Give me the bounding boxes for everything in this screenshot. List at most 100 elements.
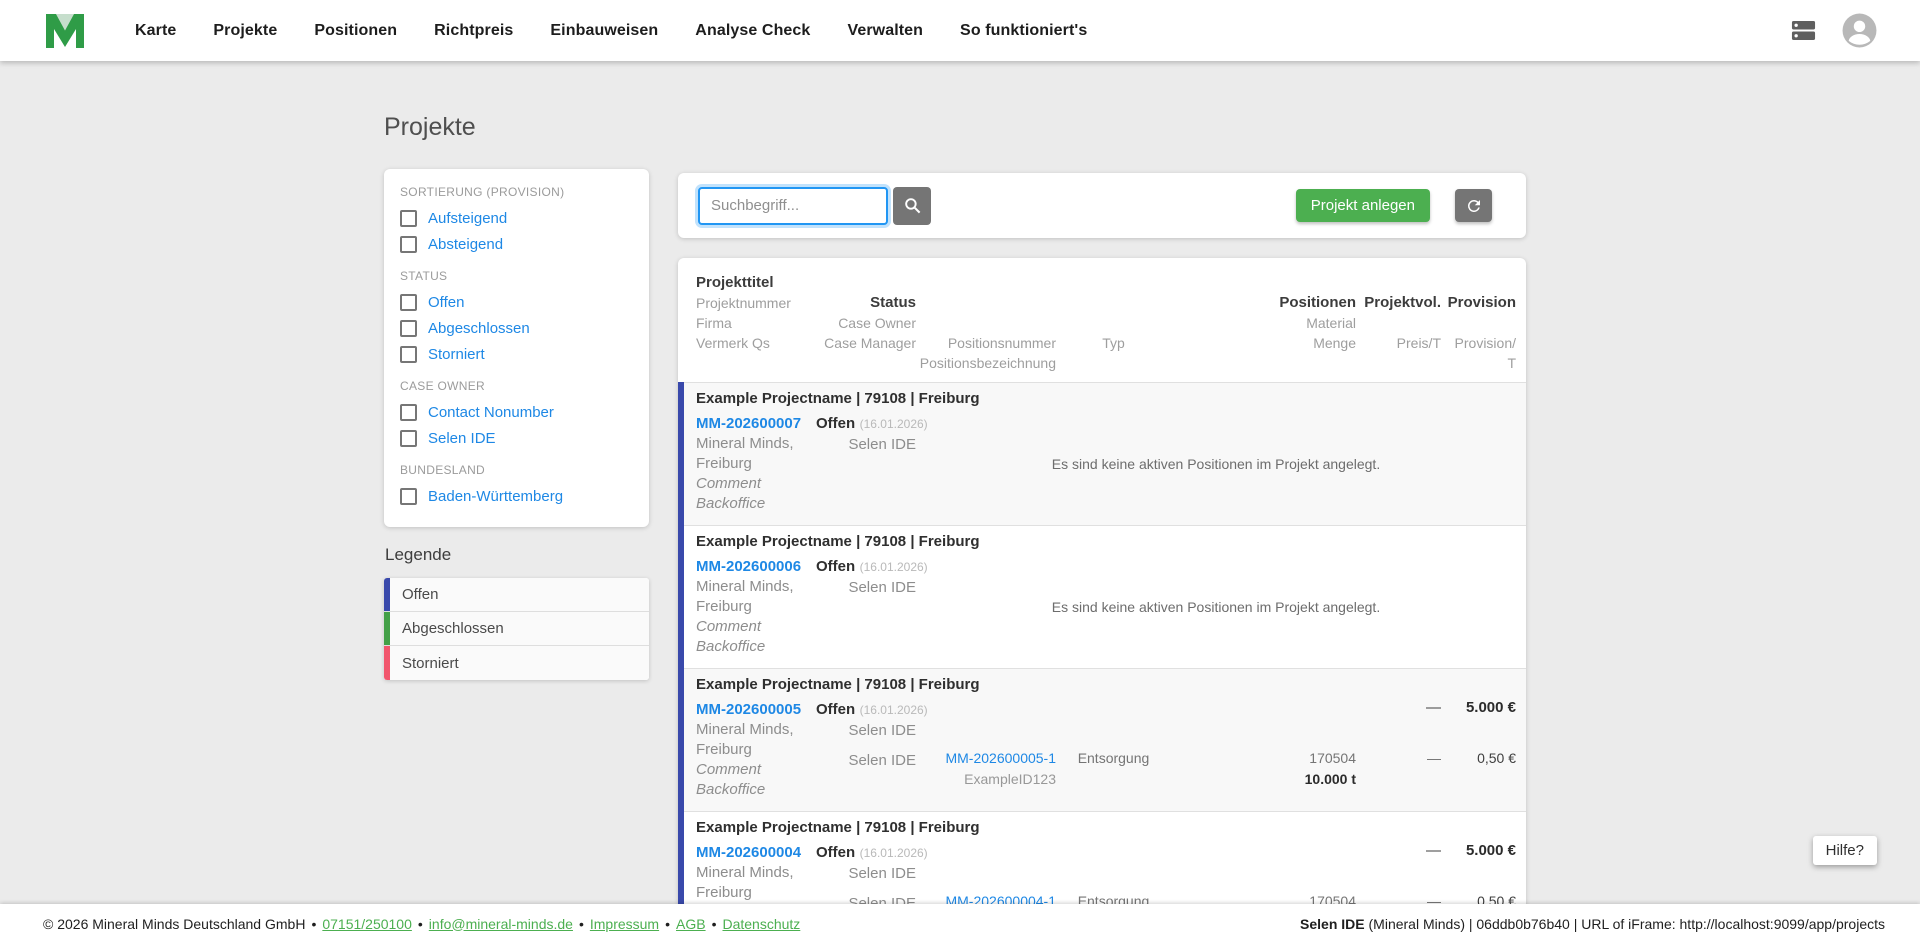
filter-option-contact-nonumber[interactable]: Contact Nonumber [400, 399, 633, 425]
checkbox[interactable] [400, 345, 417, 363]
filter-section-status: STATUS Offen Abgeschlossen Storniert [400, 269, 633, 367]
nav-item-so-funktionierts[interactable]: So funktioniert's [960, 22, 1087, 40]
projektvol-value: — [1426, 842, 1441, 859]
impressum-link[interactable]: Impressum [590, 916, 659, 932]
col-typ: Typ [1102, 335, 1125, 351]
email-link[interactable]: info@mineral-minds.de [429, 916, 573, 932]
filter-label[interactable]: Contact Nonumber [428, 404, 554, 421]
filter-option-storniert[interactable]: Storniert [400, 341, 633, 367]
position-menge: 10.000 t [1304, 771, 1356, 787]
projektvol-value: — [1426, 699, 1441, 716]
project-row: Example Projectname | 79108 | Freiburg M… [678, 668, 1526, 811]
legend-item-storniert: Storniert [384, 646, 649, 680]
session-info: Selen IDE (Mineral Minds) | 06ddb0b76b40… [1300, 916, 1885, 932]
checkbox[interactable] [400, 403, 417, 421]
project-note-2: Backoffice [696, 495, 766, 512]
checkbox[interactable] [400, 293, 417, 311]
project-number-link[interactable]: MM-202600006 [696, 556, 816, 577]
col-menge: Menge [1313, 335, 1356, 351]
case-manager-value: Selen IDE [848, 752, 916, 769]
filter-option-baden-wuerttemberg[interactable]: Baden-Württemberg [400, 483, 633, 509]
checkbox[interactable] [400, 429, 417, 447]
provision-value: 5.000 € [1465, 699, 1516, 716]
nav-item-projekte[interactable]: Projekte [213, 22, 277, 40]
filter-section-sortierung: SORTIERUNG (PROVISION) Aufsteigend Abste… [400, 185, 633, 257]
nav-item-verwalten[interactable]: Verwalten [847, 22, 923, 40]
nav-item-einbauweisen[interactable]: Einbauweisen [550, 22, 658, 40]
user-avatar-icon[interactable] [1841, 12, 1878, 49]
legend-color-bar [384, 646, 390, 680]
nav-item-richtpreis[interactable]: Richtpreis [434, 22, 513, 40]
create-project-button[interactable]: Projekt anlegen [1295, 189, 1430, 222]
col-status: Status [870, 294, 916, 311]
nav-item-karte[interactable]: Karte [135, 22, 176, 40]
project-company: Mineral Minds, [696, 435, 794, 452]
col-case-manager: Case Manager [824, 335, 916, 351]
separator-dot: • [665, 915, 670, 932]
nav-item-positionen[interactable]: Positionen [314, 22, 397, 40]
filter-option-aufsteigend[interactable]: Aufsteigend [400, 205, 633, 231]
search-input[interactable] [698, 186, 888, 225]
filter-label[interactable]: Baden-Württemberg [428, 488, 563, 505]
project-company-city: Freiburg [696, 884, 752, 901]
server-icon[interactable] [1790, 20, 1817, 41]
mineral-minds-logo-icon[interactable] [43, 11, 87, 51]
project-note: Comment [696, 618, 762, 635]
status-color-bar [678, 382, 684, 525]
separator-dot: • [311, 915, 317, 932]
project-company-city: Freiburg [696, 741, 752, 758]
filter-label[interactable]: Storniert [428, 346, 485, 363]
nav-item-analyse-check[interactable]: Analyse Check [695, 22, 810, 40]
position-provision-t: 0,50 € [1477, 750, 1516, 766]
separator-dot: • [711, 915, 717, 932]
search-button[interactable] [893, 186, 931, 225]
legend-label: Abgeschlossen [402, 620, 504, 637]
position-number-link[interactable]: MM-202600005-1 [916, 750, 1056, 771]
checkbox[interactable] [400, 319, 417, 337]
legend-label: Offen [402, 586, 439, 603]
table-header: Projekttitel Projektnummer Firma Vermerk… [678, 258, 1526, 382]
filter-label[interactable]: Aufsteigend [428, 210, 507, 227]
status-color-bar [678, 525, 684, 668]
filter-label[interactable]: Absteigend [428, 236, 503, 253]
status-badge: Offen [816, 844, 856, 861]
filter-label[interactable]: Abgeschlossen [428, 320, 530, 337]
refresh-button[interactable] [1455, 189, 1492, 222]
project-note-2: Backoffice [696, 638, 766, 655]
separator-dot: • [417, 915, 423, 932]
project-number-link[interactable]: MM-202600007 [696, 413, 816, 434]
col-projektnummer: Projektnummer [696, 295, 791, 311]
checkbox[interactable] [400, 235, 417, 253]
col-provision-t2: T [1507, 355, 1516, 371]
help-button[interactable]: Hilfe? [1812, 836, 1877, 865]
footer: © 2026 Mineral Minds Deutschland GmbH • … [0, 904, 1920, 943]
filter-option-offen[interactable]: Offen [400, 289, 633, 315]
checkbox[interactable] [400, 487, 417, 505]
project-title: Example Projectname | 79108 | Freiburg [696, 819, 980, 836]
filter-label[interactable]: Offen [428, 294, 464, 311]
top-navbar: Karte Projekte Positionen Richtpreis Ein… [0, 0, 1920, 61]
agb-link[interactable]: AGB [676, 916, 706, 932]
project-note: Comment [696, 761, 762, 778]
datenschutz-link[interactable]: Datenschutz [722, 916, 800, 932]
filter-option-selen-ide[interactable]: Selen IDE [400, 425, 633, 451]
copyright-text: © 2026 Mineral Minds Deutschland GmbH [43, 915, 306, 932]
legend-color-bar [384, 578, 390, 611]
status-color-bar [678, 668, 684, 811]
project-row: Example Projectname | 79108 | Freiburg M… [678, 525, 1526, 668]
legend-color-bar [384, 612, 390, 645]
col-provision-t: Provision/ [1454, 335, 1516, 351]
legend-item-offen: Offen [384, 578, 649, 612]
section-title: SORTIERUNG (PROVISION) [400, 185, 565, 199]
checkbox[interactable] [400, 209, 417, 227]
project-number-link[interactable]: MM-202600005 [696, 699, 816, 720]
legend-title: Legende [385, 545, 452, 564]
filter-option-absteigend[interactable]: Absteigend [400, 231, 633, 257]
filter-label[interactable]: Selen IDE [428, 430, 496, 447]
filter-option-abgeschlossen[interactable]: Abgeschlossen [400, 315, 633, 341]
projects-table: Projekttitel Projektnummer Firma Vermerk… [678, 258, 1526, 943]
phone-link[interactable]: 07151/250100 [322, 916, 412, 932]
col-positionsbezeichnung: Positionsbezeichnung [919, 355, 1056, 371]
project-note-2: Backoffice [696, 781, 766, 798]
project-number-link[interactable]: MM-202600004 [696, 842, 816, 863]
